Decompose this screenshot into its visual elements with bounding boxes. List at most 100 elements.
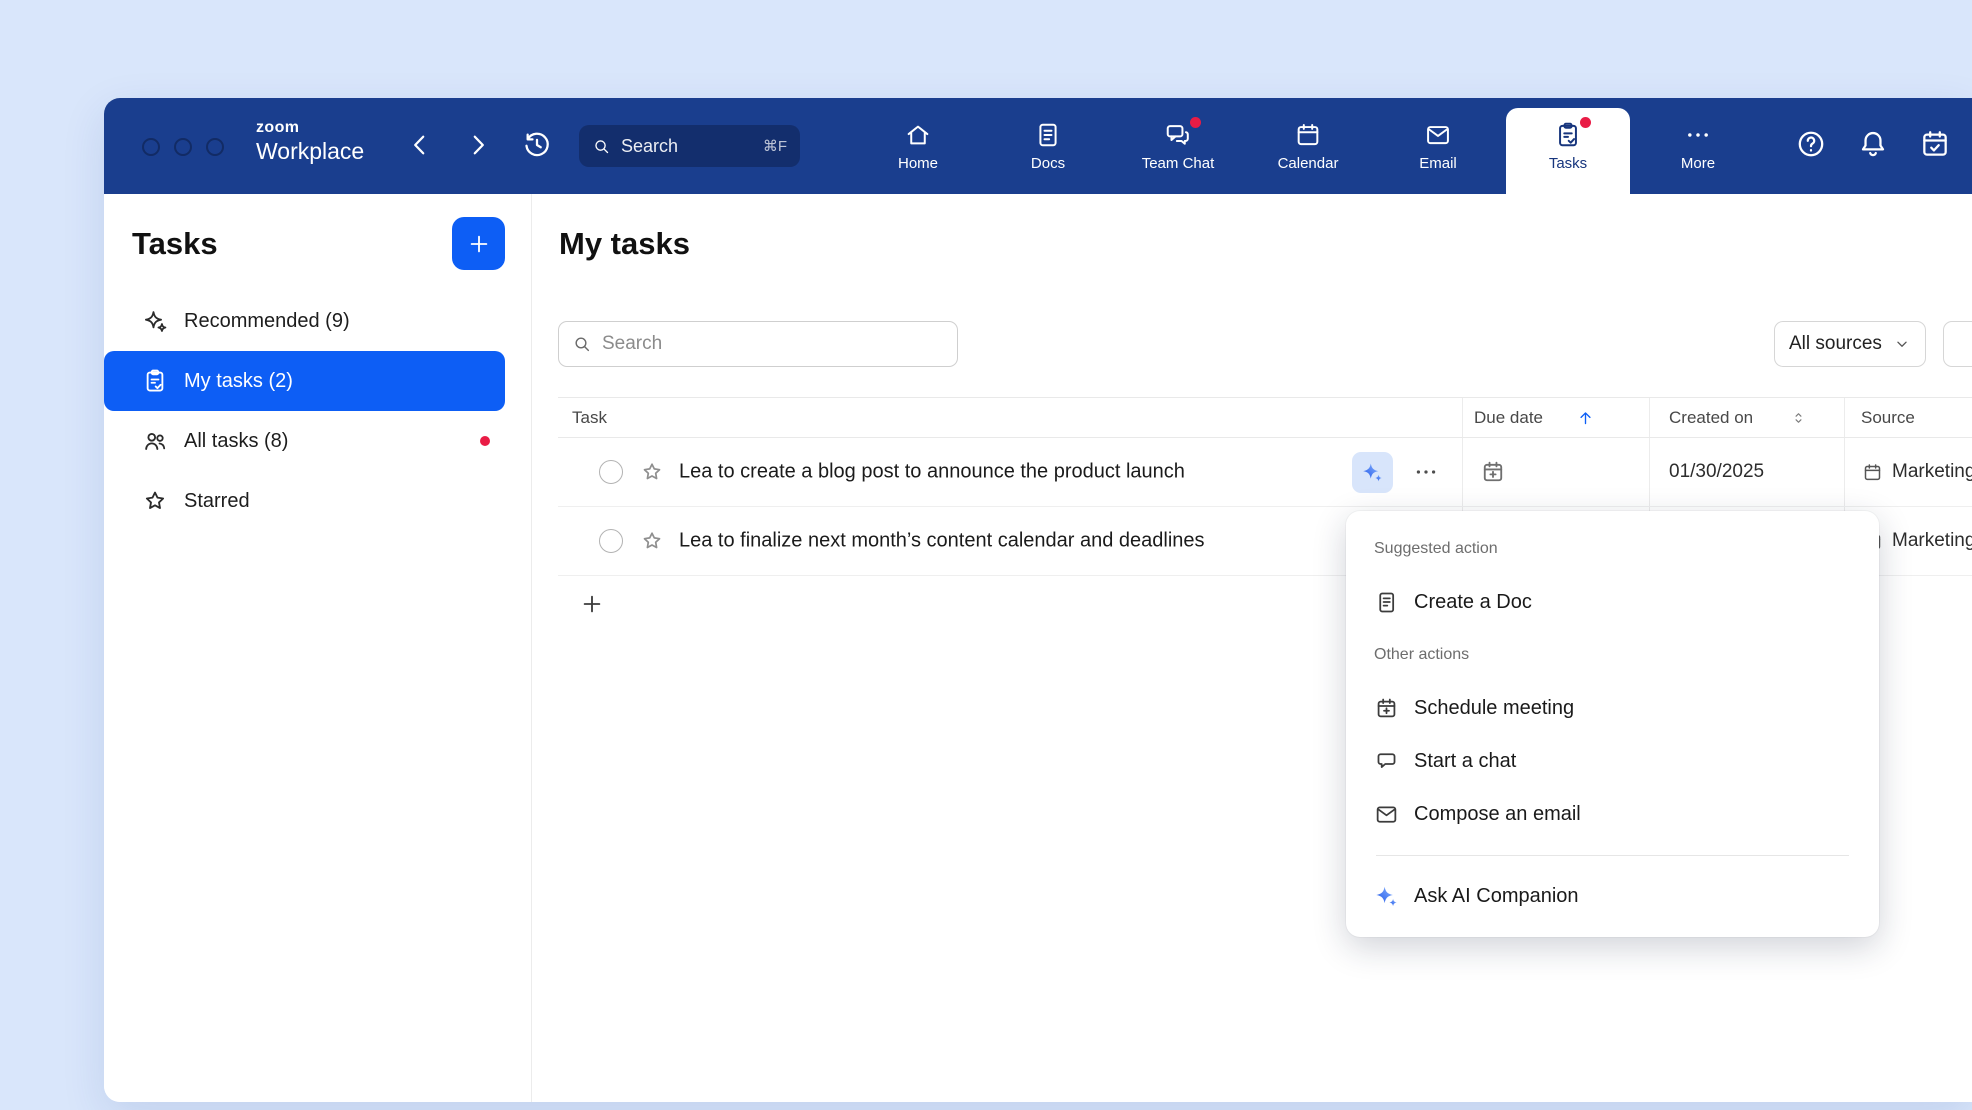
- page-title: My tasks: [559, 225, 690, 262]
- calendar-panel-icon[interactable]: [1919, 128, 1951, 160]
- task-row[interactable]: Lea to create a blog post to announce th…: [558, 438, 1972, 507]
- tab-label: More: [1681, 155, 1715, 172]
- history-icon[interactable]: [521, 129, 553, 161]
- sidebar-item-starred[interactable]: Starred: [104, 471, 505, 531]
- sidebar-item-recommended[interactable]: Recommended (9): [104, 291, 505, 351]
- sidebar-item-label: All tasks (8): [184, 430, 288, 453]
- menu-item-create-doc[interactable]: Create a Doc: [1374, 576, 1851, 629]
- tab-label: Calendar: [1278, 155, 1339, 172]
- popup-section-label: Suggested action: [1374, 537, 1851, 561]
- menu-item-label: Schedule meeting: [1414, 697, 1574, 720]
- sources-filter-label: All sources: [1789, 333, 1882, 355]
- plus-icon: [579, 591, 605, 617]
- tab-label: Team Chat: [1142, 155, 1215, 172]
- sort-asc-icon[interactable]: [1576, 408, 1595, 427]
- source-label: Marketing: [1892, 530, 1972, 552]
- tab-calendar[interactable]: Calendar: [1243, 98, 1373, 194]
- add-task-button[interactable]: [452, 217, 505, 270]
- tab-label: Home: [898, 155, 938, 172]
- ai-actions-popup: Suggested action Create a Doc Other acti…: [1346, 511, 1879, 937]
- forward-icon[interactable]: [462, 129, 494, 161]
- sources-filter-dropdown[interactable]: All sources: [1774, 321, 1926, 367]
- email-icon: [1424, 121, 1452, 149]
- source-label: Marketing: [1892, 461, 1972, 483]
- help-icon[interactable]: [1795, 128, 1827, 160]
- task-complete-radio[interactable]: [599, 529, 623, 553]
- notification-dot: [1580, 117, 1591, 128]
- notification-dot: [480, 436, 490, 446]
- menu-item-ask-ai-companion[interactable]: Ask AI Companion: [1374, 870, 1851, 923]
- source-calendar-icon: [1862, 462, 1883, 483]
- sidebar-item-label: My tasks (2): [184, 370, 293, 393]
- window-controls: [142, 138, 224, 156]
- sort-icon[interactable]: [1790, 409, 1807, 426]
- global-search-label: Search: [621, 136, 753, 157]
- search-icon: [572, 334, 592, 354]
- tab-docs[interactable]: Docs: [983, 98, 1113, 194]
- window-control-icon[interactable]: [142, 138, 160, 156]
- add-due-date-icon[interactable]: [1480, 459, 1506, 485]
- notification-dot: [1190, 117, 1201, 128]
- column-due-date[interactable]: Due date: [1474, 408, 1543, 428]
- star-icon[interactable]: [640, 529, 664, 553]
- menu-item-label: Ask AI Companion: [1414, 885, 1579, 908]
- star-icon[interactable]: [640, 460, 664, 484]
- docs-icon: [1034, 121, 1062, 149]
- window-control-icon[interactable]: [174, 138, 192, 156]
- tab-label: Email: [1419, 155, 1457, 172]
- notifications-icon[interactable]: [1857, 128, 1889, 160]
- sparkles-icon: [142, 308, 168, 334]
- popup-section-label: Other actions: [1374, 643, 1851, 667]
- chevron-down-icon: [1893, 335, 1911, 353]
- people-icon: [142, 428, 168, 454]
- menu-item-start-chat[interactable]: Start a chat: [1374, 735, 1851, 788]
- tab-more[interactable]: More: [1633, 98, 1763, 194]
- logo-zoom-text: zoom: [256, 119, 364, 137]
- plus-icon: [466, 231, 492, 257]
- global-search[interactable]: Search ⌘F: [579, 125, 800, 167]
- column-created-on[interactable]: Created on: [1669, 408, 1753, 428]
- calendar-icon: [1374, 696, 1399, 721]
- tab-email[interactable]: Email: [1373, 98, 1503, 194]
- more-icon: [1684, 121, 1712, 149]
- menu-item-schedule-meeting[interactable]: Schedule meeting: [1374, 682, 1851, 735]
- more-actions-icon[interactable]: [1413, 459, 1439, 485]
- table-header: Task Due date Created on Source: [558, 397, 1972, 438]
- sidebar-item-all-tasks[interactable]: All tasks (8): [104, 411, 505, 471]
- tasks-search: [558, 321, 958, 367]
- window-control-icon[interactable]: [206, 138, 224, 156]
- sidebar-item-label: Recommended (9): [184, 310, 350, 333]
- my-tasks-panel: My tasks All sources Task Due date Creat…: [533, 194, 1972, 1102]
- tasks-sidebar: Tasks Recommended (9) My tasks (2) All t…: [104, 194, 532, 1102]
- tasks-search-input[interactable]: [602, 333, 944, 355]
- ai-companion-button[interactable]: [1352, 452, 1393, 493]
- sidebar-item-label: Starred: [184, 490, 250, 513]
- star-icon: [142, 488, 168, 514]
- team-chat-icon: [1164, 121, 1192, 149]
- tab-label: Tasks: [1549, 155, 1587, 172]
- tab-tasks[interactable]: Tasks: [1503, 98, 1633, 194]
- search-icon: [592, 137, 611, 156]
- task-complete-radio[interactable]: [599, 460, 623, 484]
- menu-item-label: Compose an email: [1414, 803, 1581, 826]
- tab-home[interactable]: Home: [853, 98, 983, 194]
- sidebar-title: Tasks: [132, 226, 218, 262]
- zoom-workplace-logo: zoom Workplace: [256, 119, 364, 165]
- task-title[interactable]: Lea to create a blog post to announce th…: [679, 461, 1185, 484]
- ai-companion-icon: [1361, 461, 1384, 484]
- calendar-icon: [1294, 121, 1322, 149]
- chat-icon: [1374, 749, 1399, 774]
- task-title[interactable]: Lea to finalize next month’s content cal…: [679, 530, 1205, 553]
- clipped-toolbar-button[interactable]: [1943, 321, 1972, 367]
- sidebar-item-my-tasks[interactable]: My tasks (2): [104, 351, 505, 411]
- back-icon[interactable]: [404, 129, 436, 161]
- tab-team-chat[interactable]: Team Chat: [1113, 98, 1243, 194]
- email-icon: [1374, 802, 1399, 827]
- zoom-workplace-window: zoom Workplace Search ⌘F Home Docs: [104, 98, 1972, 1102]
- source-cell[interactable]: Marketing: [1862, 461, 1972, 483]
- topnav: Home Docs Team Chat Calendar Email: [853, 98, 1763, 194]
- menu-item-compose-email[interactable]: Compose an email: [1374, 788, 1851, 841]
- logo-workplace-text: Workplace: [256, 138, 364, 165]
- created-on-date: 01/30/2025: [1669, 461, 1764, 483]
- tasks-icon: [1554, 121, 1582, 149]
